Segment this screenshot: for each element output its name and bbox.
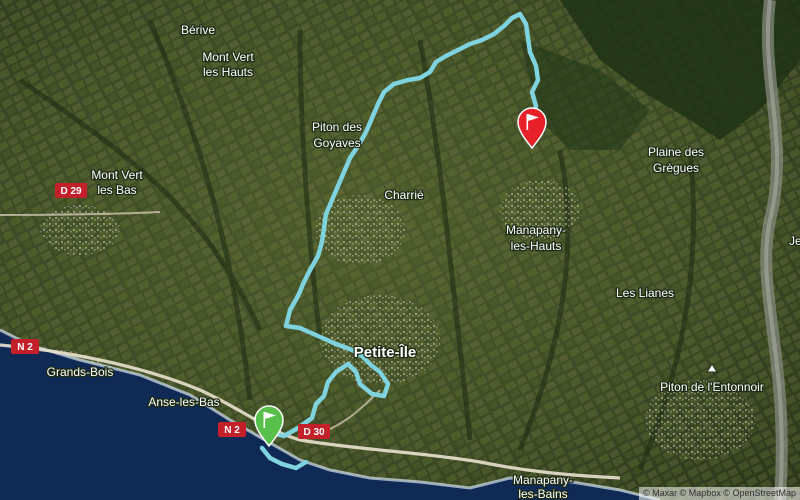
road-shield-n2-west: N 2 [11, 339, 39, 354]
map-view[interactable]: D 29 N 2 N 2 D 30 Bérive Mont Vert les H… [0, 0, 800, 500]
label-anse-les-bas: Anse-les-Bas [148, 395, 219, 409]
road-shield-d30: D 30 [298, 424, 330, 439]
label-manapany-les-hauts-2: les-Hauts [511, 239, 562, 253]
label-mont-vert-les-hauts-2: les Hauts [203, 65, 253, 79]
map-attribution[interactable]: © Maxar © Mapbox © OpenStreetMap [639, 487, 800, 500]
road-shield-n2-coast: N 2 [218, 422, 246, 437]
label-mont-vert-les-bas-1: Mont Vert [91, 168, 143, 182]
label-grands-bois: Grands-Bois [47, 365, 114, 379]
label-plaine-des-gregues-2: Grègues [653, 161, 699, 175]
label-piton-des-goyaves-2: Goyaves [313, 136, 360, 150]
label-manapany-les-bains-1: Manapany- [513, 473, 573, 487]
label-charrie: Charrié [384, 188, 424, 202]
road-shield-d29: D 29 [55, 183, 87, 198]
label-mont-vert-les-bas-2: les Bas [97, 183, 136, 197]
label-berive: Bérive [181, 23, 215, 37]
satellite-map: D 29 N 2 N 2 D 30 Bérive Mont Vert les H… [0, 0, 800, 500]
label-petite-ile: Petite-Île [354, 343, 417, 361]
svg-text:D 30: D 30 [303, 427, 325, 438]
label-manapany-les-bains-2: les-Bains [518, 487, 567, 500]
label-plaine-des-gregues-1: Plaine des [648, 145, 704, 159]
label-mont-vert-les-hauts-1: Mont Vert [202, 50, 254, 64]
label-manapany-les-hauts-1: Manapany- [506, 223, 566, 237]
svg-text:N 2: N 2 [17, 342, 33, 353]
label-piton-entonnoir: Piton de l'Entonnoir [660, 380, 764, 394]
svg-text:N 2: N 2 [224, 425, 240, 436]
svg-text:D 29: D 29 [60, 186, 82, 197]
label-edge-partial: Je [789, 234, 800, 248]
label-les-lianes: Les Lianes [616, 286, 674, 300]
label-piton-des-goyaves-1: Piton des [312, 120, 362, 134]
